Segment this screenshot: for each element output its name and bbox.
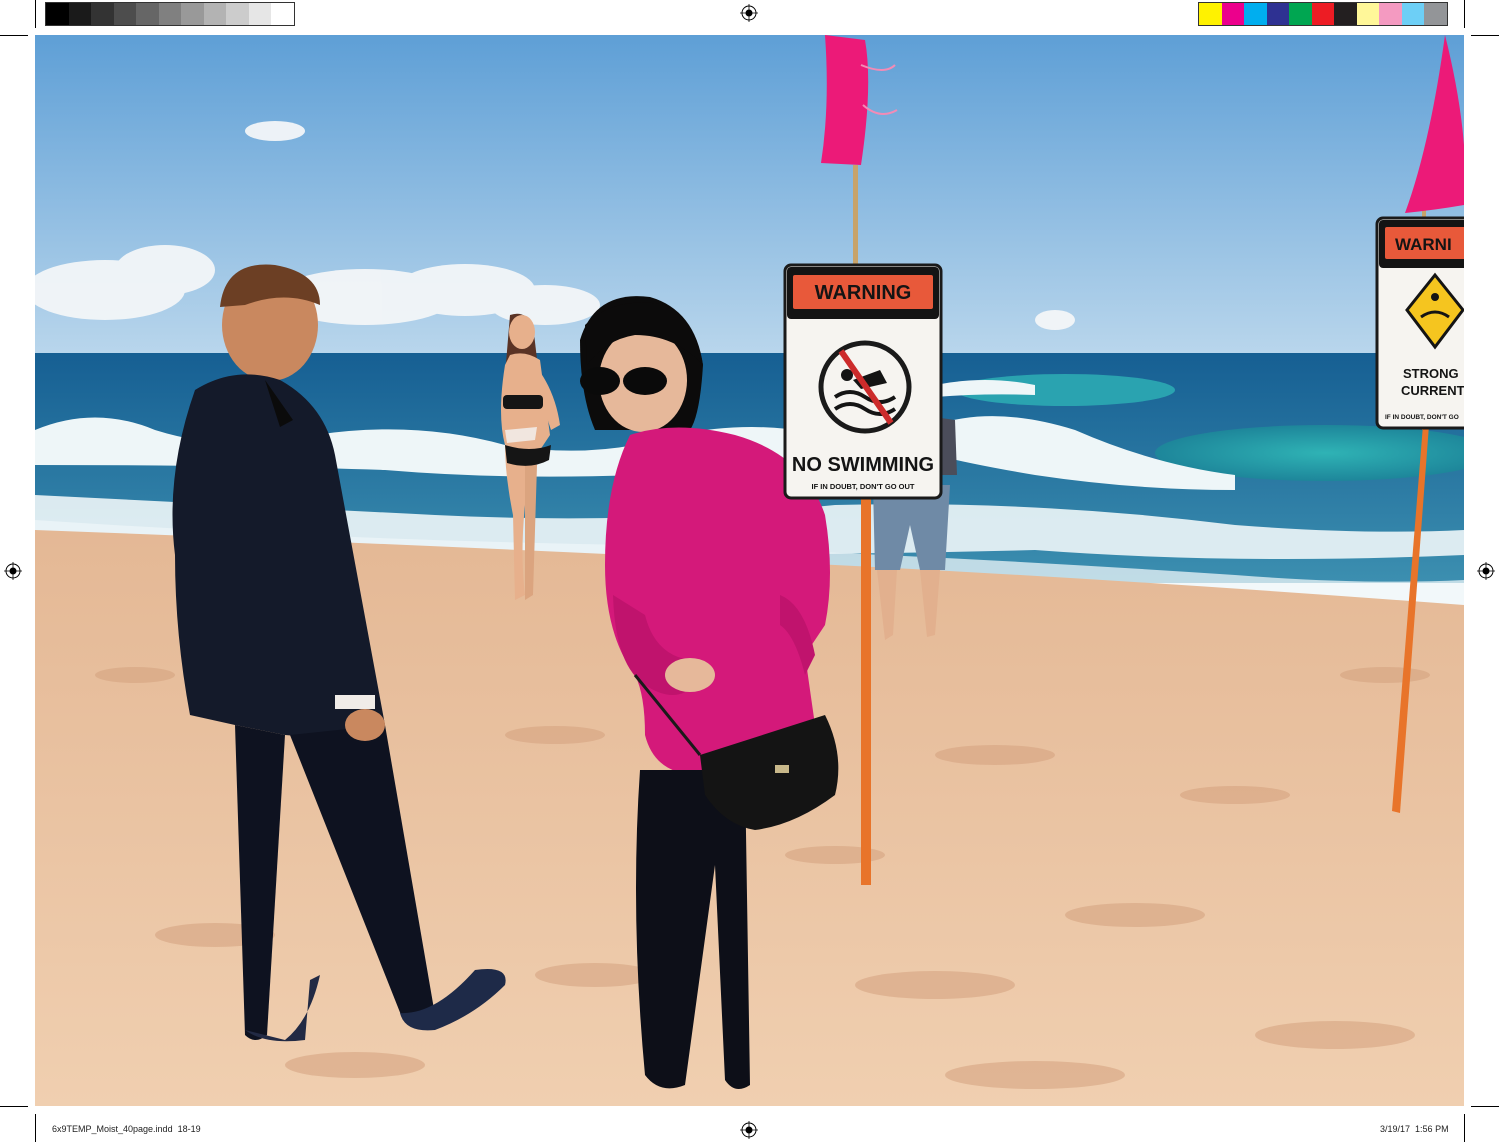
sign-header: WARNI	[1395, 235, 1452, 254]
sign-title: NO SWIMMING	[792, 454, 934, 476]
color-swatch	[248, 3, 271, 25]
color-swatch	[1334, 3, 1357, 25]
crop-mark	[1471, 1106, 1499, 1107]
color-swatch	[1244, 3, 1267, 25]
crop-mark	[0, 35, 28, 36]
color-swatch	[1221, 3, 1244, 25]
crop-mark	[35, 1114, 36, 1142]
grayscale-color-bar	[45, 2, 295, 26]
pink-flag	[821, 35, 869, 165]
slug-time: 1:56 PM	[1415, 1124, 1449, 1134]
color-swatch	[1401, 3, 1424, 25]
no-swimming-sign: WARNING NO SWIMMING IF IN DOUBT, DON'T G…	[783, 263, 943, 500]
color-swatch	[1199, 3, 1222, 25]
sign-line2: CURRENT	[1401, 383, 1464, 398]
color-swatch	[46, 3, 69, 25]
color-swatch	[1424, 3, 1447, 25]
registration-mark-icon	[740, 1121, 758, 1139]
color-swatch	[68, 3, 91, 25]
color-swatch	[1289, 3, 1312, 25]
color-swatch	[181, 3, 204, 25]
crop-mark	[1464, 1114, 1465, 1142]
color-swatch	[271, 3, 294, 25]
color-swatch	[203, 3, 226, 25]
strong-current-sign: WARNI STRONG CURRENT IF IN DOUBT, DON'T …	[1375, 216, 1464, 430]
slug-file-info: 6x9TEMP_Moist_40page.indd 18-19	[52, 1124, 201, 1134]
slug-filename: 6x9TEMP_Moist_40page.indd	[52, 1124, 173, 1134]
color-swatch	[1379, 3, 1402, 25]
crop-mark	[0, 1106, 28, 1107]
registration-mark-icon	[1477, 562, 1495, 580]
crop-mark	[1471, 35, 1499, 36]
slug-date: 3/19/17	[1380, 1124, 1411, 1134]
sign-line1: STRONG	[1403, 366, 1459, 381]
color-swatch	[113, 3, 136, 25]
process-color-bar	[1198, 2, 1448, 26]
color-swatch	[1356, 3, 1379, 25]
sign-subtitle: IF IN DOUBT, DON'T GO OUT	[811, 482, 914, 491]
sign-subtitle: IF IN DOUBT, DON'T GO	[1385, 414, 1459, 421]
crop-mark	[35, 0, 36, 28]
color-swatch	[91, 3, 114, 25]
slug-pages: 18-19	[177, 1124, 201, 1134]
sign-header: WARNING	[815, 282, 912, 304]
color-swatch	[136, 3, 159, 25]
color-swatch	[226, 3, 249, 25]
registration-mark-icon	[4, 562, 22, 580]
crop-mark	[1464, 0, 1465, 28]
color-swatch	[158, 3, 181, 25]
registration-mark-icon	[740, 4, 758, 22]
beach-photograph: WARNING NO SWIMMING IF IN DOUBT, DON'T G…	[35, 35, 1464, 1106]
color-swatch	[1266, 3, 1289, 25]
color-swatch	[1311, 3, 1334, 25]
slug-timestamp: 3/19/17 1:56 PM	[1380, 1124, 1449, 1134]
